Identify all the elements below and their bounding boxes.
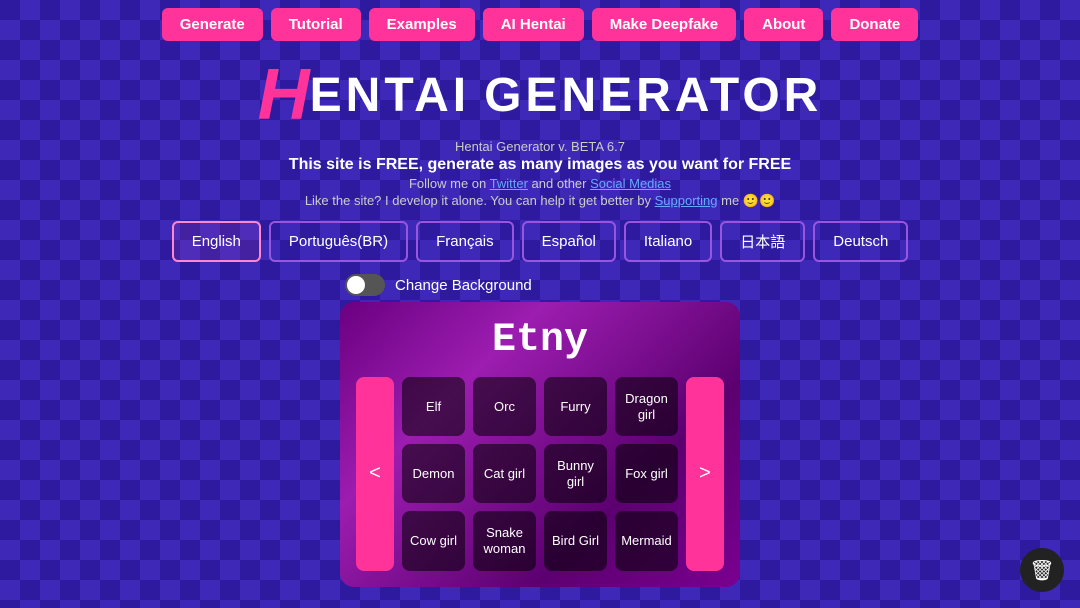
grid-item-furry[interactable]: Furry <box>544 377 607 436</box>
follow-text: Follow me on Twitter and other Social Me… <box>289 176 791 191</box>
grid-item-snake-woman[interactable]: Snake woman <box>473 511 536 570</box>
lang-btn-japanese[interactable]: 日本語 <box>720 221 805 262</box>
nav-btn-tutorial[interactable]: Tutorial <box>271 8 361 41</box>
card-nav-left[interactable]: < <box>356 377 394 571</box>
grid-item-cat-girl[interactable]: Cat girl <box>473 444 536 503</box>
title-area: H ENTAI GENERATOR <box>258 59 823 131</box>
lang-btn-portuguese-br[interactable]: Português(BR) <box>269 221 408 262</box>
title-entai: ENTAI <box>310 68 470 123</box>
grid-item-bird-girl[interactable]: Bird Girl <box>544 511 607 570</box>
card-container: Etny <ElfOrcFurryDragon girl DemonCat gir… <box>340 302 740 587</box>
support-text: Like the site? I develop it alone. You c… <box>289 193 791 209</box>
card-grid: <ElfOrcFurryDragon girl DemonCat girlBunn… <box>356 377 724 571</box>
title-generator: GENERATOR <box>484 68 822 123</box>
grid-item-demon[interactable]: Demon <box>402 444 465 503</box>
subtitle-area: Hentai Generator v. BETA 6.7 This site i… <box>289 139 791 209</box>
title-h: H <box>258 59 310 131</box>
nav-btn-about[interactable]: About <box>744 8 823 41</box>
card-nav-right[interactable]: > <box>686 377 724 571</box>
nav-btn-donate[interactable]: Donate <box>831 8 918 41</box>
toggle-area: Change Background <box>345 274 532 296</box>
navigation-bar: GenerateTutorialExamplesAI HentaiMake De… <box>0 0 1080 49</box>
grid-item-orc[interactable]: Orc <box>473 377 536 436</box>
background-toggle[interactable] <box>345 274 385 296</box>
grid-item-dragon-girl[interactable]: Dragon girl <box>615 377 678 436</box>
grid-item-mermaid[interactable]: Mermaid <box>615 511 678 570</box>
grid-item-fox-girl[interactable]: Fox girl <box>615 444 678 503</box>
language-selector: EnglishPortuguês(BR)FrançaisEspañolItali… <box>172 221 909 262</box>
nav-btn-generate[interactable]: Generate <box>162 8 263 41</box>
nav-btn-ai-hentai[interactable]: AI Hentai <box>483 8 584 41</box>
supporting-link[interactable]: Supporting <box>655 193 718 208</box>
social-medias-link[interactable]: Social Medias <box>590 176 671 191</box>
lang-btn-french[interactable]: Français <box>416 221 514 262</box>
grid-item-cow-girl[interactable]: Cow girl <box>402 511 465 570</box>
grid-item-elf[interactable]: Elf <box>402 377 465 436</box>
nav-btn-examples[interactable]: Examples <box>369 8 475 41</box>
twitter-link[interactable]: Twitter <box>490 176 528 191</box>
lang-btn-italian[interactable]: Italiano <box>624 221 712 262</box>
lang-btn-deutsch[interactable]: Deutsch <box>813 221 908 262</box>
lang-btn-spanish[interactable]: Español <box>522 221 616 262</box>
nav-btn-make-deepfake[interactable]: Make Deepfake <box>592 8 736 41</box>
lang-btn-english[interactable]: English <box>172 221 261 262</box>
card-title: Etny <box>356 318 724 363</box>
free-text: This site is FREE, generate as many imag… <box>289 156 791 174</box>
grid-item-bunny-girl[interactable]: Bunny girl <box>544 444 607 503</box>
version-text: Hentai Generator v. BETA 6.7 <box>289 139 791 154</box>
toggle-label: Change Background <box>395 277 532 294</box>
